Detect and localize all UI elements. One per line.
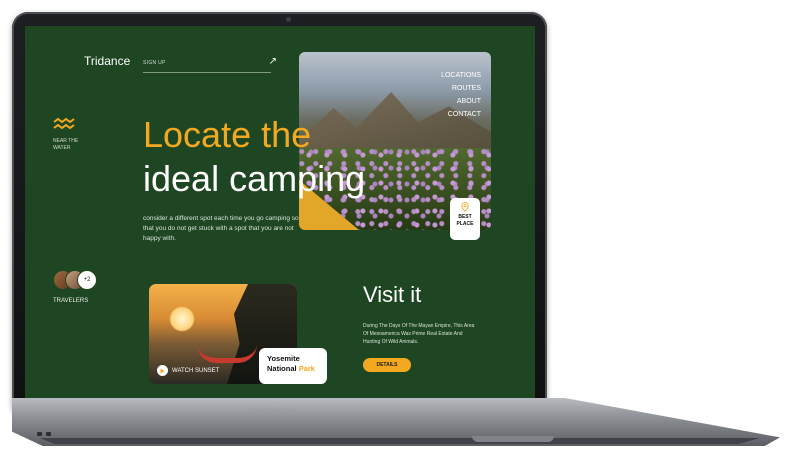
play-icon xyxy=(157,365,168,376)
usb-port xyxy=(46,432,51,436)
waves-icon xyxy=(53,118,75,130)
visit-description: During The Days Of The Mayan Empire, Thi… xyxy=(363,323,475,345)
location-line2-national: National xyxy=(267,364,297,373)
laptop-base-edge xyxy=(40,438,760,444)
near-water-label: NEAR THE WATER xyxy=(53,138,79,151)
travelers-extra-count: +2 xyxy=(77,270,97,290)
location-line1: Yosemite xyxy=(267,354,300,363)
screen: Tridance SIGN UP ↗ LOCATIONS ROUTES ABOU… xyxy=(25,26,535,402)
signup-field[interactable]: SIGN UP ↗ xyxy=(143,56,277,73)
signup-label: SIGN UP xyxy=(143,60,166,66)
laptop-notch xyxy=(472,436,554,442)
headline-secondary: ideal camping xyxy=(143,158,366,199)
nav-about[interactable]: ABOUT xyxy=(441,98,481,105)
visit-title: Visit it xyxy=(363,282,422,307)
brand-logo[interactable]: Tridance xyxy=(84,54,130,68)
main-nav: LOCATIONS ROUTES ABOUT CONTACT xyxy=(441,72,481,124)
sun-shape xyxy=(169,306,195,332)
arrow-up-right-icon[interactable]: ↗ xyxy=(269,56,277,67)
best-place-line1: BEST xyxy=(458,214,472,220)
nav-locations[interactable]: LOCATIONS xyxy=(441,72,481,79)
nav-contact[interactable]: CONTACT xyxy=(441,111,481,118)
location-line2: National Park xyxy=(267,364,319,374)
best-place-line2: PLACE xyxy=(456,221,474,227)
model-label: MacBook Pro xyxy=(250,408,297,415)
nav-routes[interactable]: ROUTES xyxy=(441,85,481,92)
travelers-avatars[interactable]: +2 xyxy=(53,270,113,290)
headline-primary: Locate the xyxy=(143,114,312,155)
watch-sunset-button[interactable]: WATCH SUNSET xyxy=(157,365,219,376)
details-button[interactable]: DETAILS xyxy=(363,358,411,372)
location-pin-icon xyxy=(461,202,469,212)
usb-port xyxy=(37,432,42,436)
location-tag[interactable]: Yosemite National Park xyxy=(259,348,327,384)
watch-sunset-label: WATCH SUNSET xyxy=(172,367,220,374)
location-line2-park: Park xyxy=(298,364,315,373)
travelers-label: TRAVELERS xyxy=(53,298,89,304)
hero-description: consider a different spot each time you … xyxy=(143,215,299,242)
camera xyxy=(286,17,291,22)
hammock-shape xyxy=(197,344,257,363)
best-place-badge[interactable]: BEST PLACE xyxy=(450,198,480,240)
